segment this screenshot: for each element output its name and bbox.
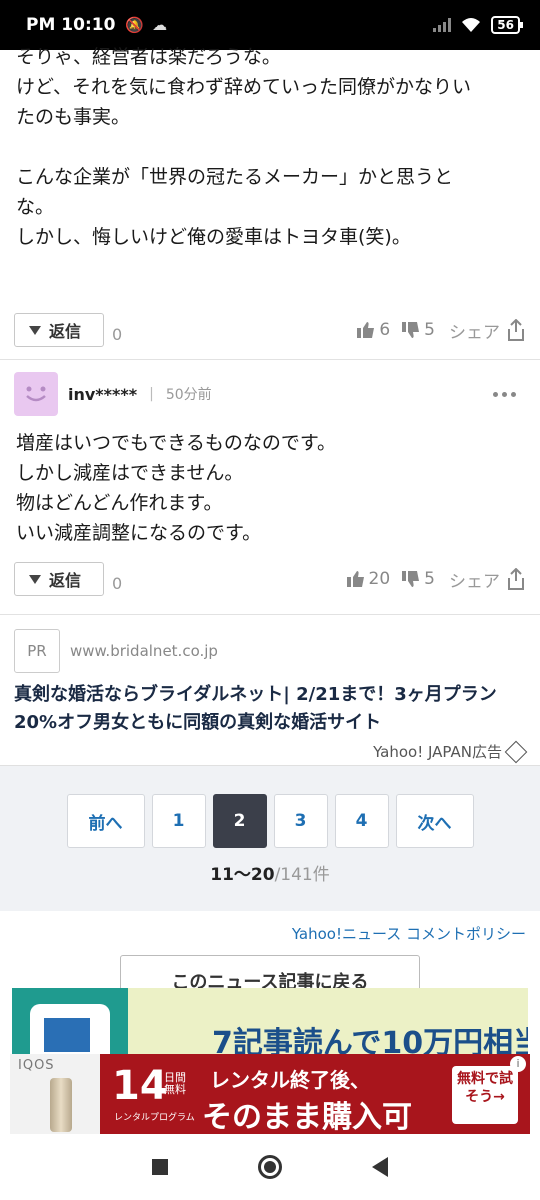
page-4-button[interactable]: 4 bbox=[334, 794, 389, 848]
reply-button[interactable]: 返信 bbox=[14, 562, 104, 596]
banner-ad-text: 7記事読んで10万円相当の bbox=[212, 1026, 528, 1058]
banner-ad[interactable]: 7記事読んで10万円相当の bbox=[12, 988, 528, 1058]
reply-count: 0 bbox=[112, 573, 123, 593]
iqos-logo: IQOS bbox=[18, 1058, 55, 1073]
app-icon bbox=[30, 1004, 110, 1058]
like-button[interactable]: 20 bbox=[346, 569, 390, 589]
caret-down-icon bbox=[29, 325, 41, 335]
weather-icon: ☁ bbox=[152, 16, 168, 34]
reply-button[interactable]: 返信 bbox=[14, 313, 104, 347]
pr-ad[interactable]: PR www.bridalnet.co.jp 真剣な婚活ならブライダルネット| … bbox=[0, 615, 540, 765]
page-2-button[interactable]: 2 bbox=[212, 794, 267, 848]
next-page-button[interactable]: 次へ bbox=[395, 794, 474, 848]
page-1-button[interactable]: 1 bbox=[151, 794, 206, 848]
back-icon[interactable] bbox=[372, 1157, 388, 1177]
thumbs-up-icon bbox=[357, 322, 375, 338]
comments-content: そりゃ、経営者は楽だろうな。 けど、それを気に食わず辞めていった同僚がかなりい … bbox=[0, 46, 540, 1027]
thumbs-up-icon bbox=[346, 571, 364, 587]
dislike-button[interactable]: 5 bbox=[402, 320, 435, 340]
comment-time: 50分前 bbox=[165, 387, 212, 403]
comment-policy-link[interactable]: Yahoo!ニュース コメントポリシー bbox=[0, 911, 540, 951]
smiley-face-icon bbox=[26, 386, 46, 402]
pagination: 前へ 1 2 3 4 次へ 11〜20/141件 bbox=[0, 765, 540, 911]
prev-page-button[interactable]: 前へ bbox=[66, 794, 145, 848]
more-options-icon[interactable] bbox=[493, 391, 526, 397]
try-free-button[interactable]: 無料で試そう→ bbox=[452, 1066, 518, 1124]
signal-icon bbox=[433, 18, 452, 32]
wifi-icon bbox=[462, 18, 481, 32]
comment-header: inv***** | 50分前 bbox=[0, 360, 540, 428]
comment-actions: 返信 0 20 5 シェア bbox=[0, 556, 540, 602]
share-icon bbox=[508, 568, 524, 590]
battery-icon: 56 bbox=[491, 16, 523, 34]
page-3-button[interactable]: 3 bbox=[273, 794, 328, 848]
share-button[interactable]: シェア bbox=[449, 318, 526, 343]
share-icon bbox=[508, 319, 524, 341]
avatar[interactable] bbox=[14, 372, 58, 416]
iqos-ad[interactable]: IQOS 14 日間無料 レンタルプログラム レンタル終了後、 そのまま購入可 … bbox=[10, 1054, 530, 1134]
username[interactable]: inv***** bbox=[68, 385, 137, 404]
status-time: PM 10:10 bbox=[26, 15, 116, 35]
reply-count: 0 bbox=[112, 324, 123, 344]
thumbs-down-icon bbox=[402, 322, 420, 338]
page-range: 11〜20/141件 bbox=[210, 865, 330, 885]
ad-info-icon[interactable]: i bbox=[510, 1056, 526, 1072]
dislike-button[interactable]: 5 bbox=[402, 569, 435, 589]
ad-label: Yahoo! JAPAN広告 bbox=[373, 743, 502, 761]
share-button[interactable]: シェア bbox=[449, 567, 526, 592]
mute-icon: 🔕 bbox=[125, 16, 145, 34]
caret-down-icon bbox=[29, 574, 41, 584]
recent-apps-icon[interactable] bbox=[152, 1159, 168, 1175]
comment-actions: 返信 0 6 5 シェア bbox=[0, 307, 540, 353]
thumbs-down-icon bbox=[402, 571, 420, 587]
comment-body: そりゃ、経営者は楽だろうな。 けど、それを気に食わず辞めていった同僚がかなりい … bbox=[16, 46, 472, 248]
device-image bbox=[50, 1078, 72, 1132]
home-icon[interactable] bbox=[258, 1155, 282, 1179]
comment-body: 増産はいつでもできるものなのです。 しかし減産はできません。 物はどんどん作れま… bbox=[16, 432, 336, 544]
like-button[interactable]: 6 bbox=[357, 320, 390, 340]
ad-title[interactable]: 真剣な婚活ならブライダルネット| 2/21まで！3ヶ月プラン20%オフ男女ともに… bbox=[14, 681, 524, 737]
system-nav-bar bbox=[0, 1134, 540, 1200]
ad-domain: www.bridalnet.co.jp bbox=[70, 642, 218, 660]
ad-info-icon[interactable] bbox=[504, 740, 528, 763]
pr-badge: PR bbox=[14, 629, 60, 673]
